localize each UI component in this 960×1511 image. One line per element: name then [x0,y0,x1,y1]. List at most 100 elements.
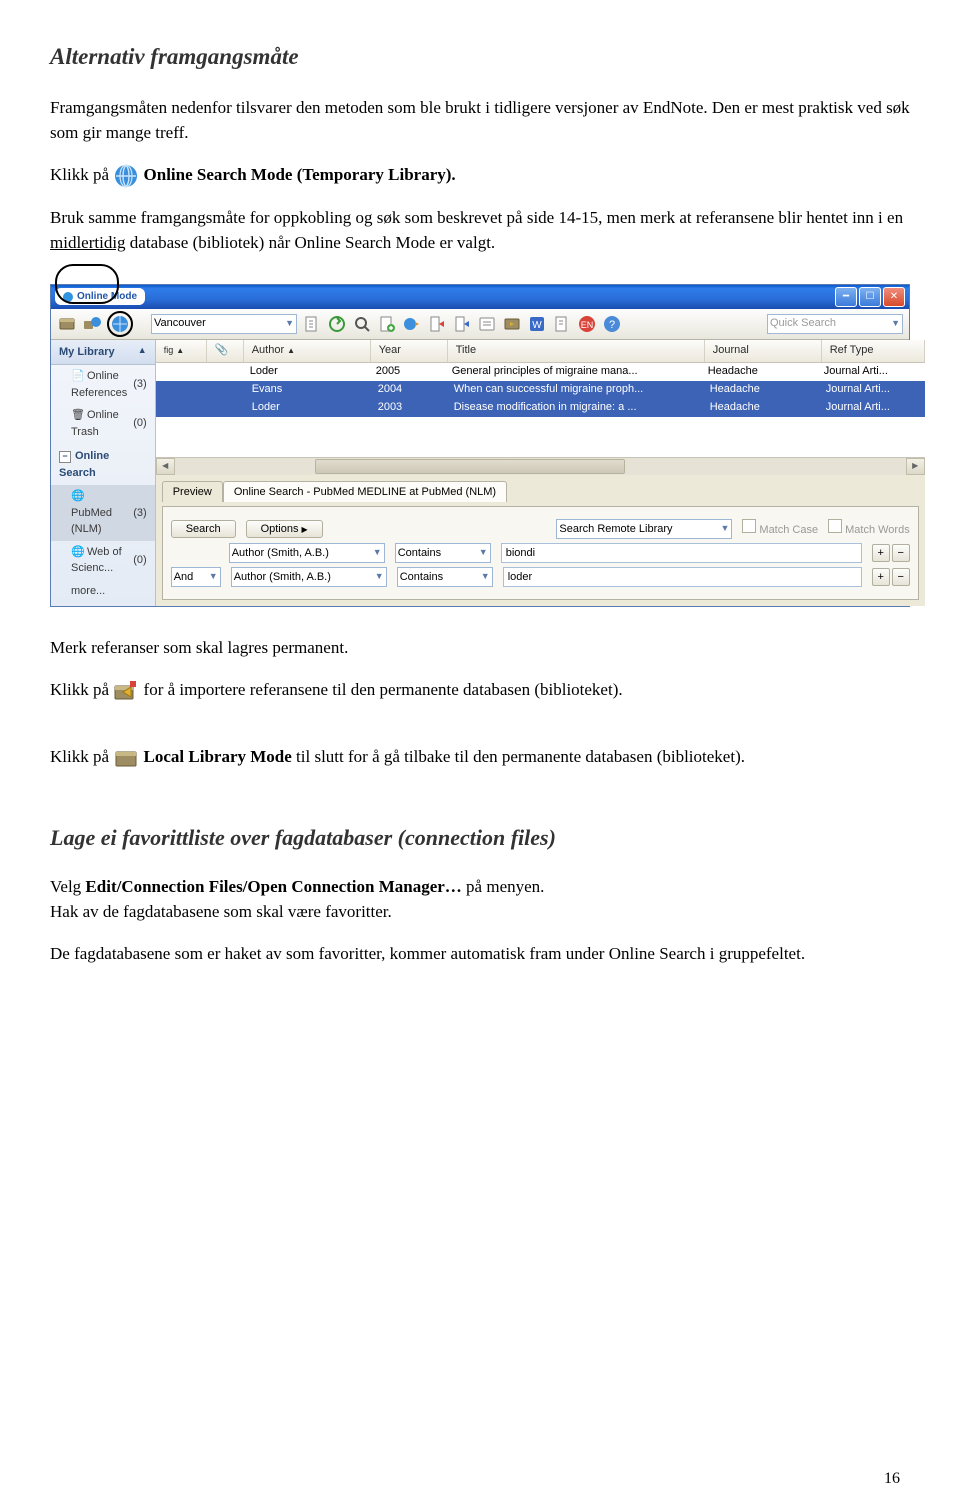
field-select[interactable]: Author (Smith, A.B.)▼ [231,567,387,587]
text-underline: midlertidig [50,233,126,252]
sidebar-header[interactable]: My Library ▲ [51,340,155,366]
cell-reftype: Journal Arti... [818,381,920,398]
cell-journal: Headache [702,399,818,416]
globe-dot-icon [63,292,73,302]
help-icon[interactable]: ? [602,314,622,334]
endnote-web-icon[interactable]: EN [577,314,597,334]
column-header-author[interactable]: Author ▲ [244,340,371,362]
search-button[interactable]: Search [171,520,236,538]
sync-icon[interactable] [327,314,347,334]
new-reference-icon[interactable] [377,314,397,334]
text: Bruk samme framgangsmåte for oppkobling … [50,208,903,227]
field-select[interactable]: Author (Smith, A.B.)▼ [229,543,385,563]
sidebar-item-web-of-science[interactable]: 🌐Web of Scienc... (0) [51,541,155,580]
local-library-icon[interactable] [57,314,77,334]
sidebar-group-title: −Online Search [51,443,155,485]
window-minimize-button[interactable]: ━ [835,287,857,307]
paragraph: De fagdatabasene som er haket av som fav… [50,941,910,967]
window-close-button[interactable]: ✕ [883,287,905,307]
toolbar-icon[interactable] [477,314,497,334]
sidebar-item-online-trash[interactable]: 🗑Online Trash (0) [51,404,155,443]
cell-title: General principles of migraine mana... [444,363,700,380]
chevron-down-icon: ▶ [302,525,308,534]
word-icon[interactable]: W [527,314,547,334]
cell-year: 2003 [370,399,446,416]
checkbox-label: Match Words [845,524,910,536]
paragraph: Klikk på Online Search Mode (Temporary L… [50,162,910,189]
toolbar-icon[interactable] [302,314,322,334]
grid-header: fig ▲ 📎 Author ▲ Year Title Journal Ref … [156,340,925,363]
chevron-down-icon: ▼ [479,546,488,560]
endnote-window: Online Mode ━ ☐ ✕ Vancouver ▼ W EN ? Q [50,284,910,608]
style-value: Vancouver [154,315,206,332]
collapse-icon[interactable]: − [59,451,71,463]
search-term-input[interactable]: biondi [501,543,862,563]
sidebar-item-pubmed[interactable]: 🌐PubMed (NLM) (3) [51,485,155,541]
svg-text:?: ? [609,319,615,331]
options-button[interactable]: Options ▶ [246,520,323,538]
add-row-button[interactable]: + [872,568,890,586]
paragraph: Klikk på Local Library Mode til slutt fo… [50,744,910,771]
sidebar-item-online-references[interactable]: 📄Online References (3) [51,365,155,404]
remove-row-button[interactable]: − [892,544,910,562]
column-header-fig[interactable]: fig ▲ [156,340,207,362]
cell-author: Loder [242,363,368,380]
paragraph: Klikk på for å importere referansene til… [50,677,910,704]
column-header-title[interactable]: Title [448,340,705,362]
horizontal-scrollbar[interactable]: ◀ ▶ [156,457,925,475]
scroll-left-icon[interactable]: ◀ [156,458,175,475]
column-header-year[interactable]: Year [371,340,448,362]
online-search-mode-icon[interactable] [107,311,133,337]
import-icon[interactable] [427,314,447,334]
svg-text:EN: EN [581,320,594,330]
column-header-attachment[interactable]: 📎 [207,340,244,362]
bool-select[interactable]: And▼ [171,567,221,587]
sort-asc-icon: ▲ [138,344,147,361]
sidebar-header-label: My Library [59,344,115,361]
search-term-input[interactable]: loder [503,567,862,587]
table-row[interactable]: Loder 2003 Disease modification in migra… [156,399,925,417]
operator-select[interactable]: Contains▼ [397,567,493,587]
local-online-icon[interactable] [82,314,102,334]
cell-author: Loder [244,399,370,416]
match-words-checkbox[interactable]: Match Words [828,519,910,539]
sidebar-item-more[interactable]: more... [51,580,155,603]
globe-icon [113,163,139,189]
online-mode-badge: Online Mode [55,288,145,305]
panel-tabs: Preview Online Search - PubMed MEDLINE a… [162,481,919,503]
chevron-down-icon: ▼ [891,317,900,331]
quicksearch-placeholder: Quick Search [770,315,836,332]
add-row-button[interactable]: + [872,544,890,562]
style-selector[interactable]: Vancouver ▼ [151,314,297,334]
sidebar-item-count: (0) [133,415,146,432]
globe-arrow-icon[interactable] [402,314,422,334]
text: Hak av de fagdatabasene som skal være fa… [50,902,392,921]
column-header-journal[interactable]: Journal [705,340,822,362]
quick-search-input[interactable]: Quick Search ▼ [767,314,903,334]
format-icon[interactable] [552,314,572,334]
scroll-thumb[interactable] [315,459,625,474]
chevron-down-icon: ▼ [209,570,218,584]
operator-select[interactable]: Contains ▼ [395,543,491,563]
tab-preview[interactable]: Preview [162,481,223,503]
table-row[interactable]: Evans 2004 When can successful migraine … [156,381,925,399]
scroll-right-icon[interactable]: ▶ [906,458,925,475]
cell-reftype: Journal Arti... [816,363,918,380]
match-case-checkbox[interactable]: Match Case [742,519,818,539]
local-library-icon [113,745,139,771]
column-header-reftype[interactable]: Ref Type [822,340,925,362]
search-scope-select[interactable]: Search Remote Library▼ [556,519,732,539]
op-value: Contains [398,545,441,562]
remove-row-button[interactable]: − [892,568,910,586]
export-icon[interactable] [452,314,472,334]
toolbar-icon[interactable] [352,314,372,334]
text: Klikk på [50,747,113,766]
scope-value: Search Remote Library [559,521,672,538]
paragraph: Framgangsmåten nedenfor tilsvarer den me… [50,95,910,146]
copy-references-icon[interactable] [502,314,522,334]
window-maximize-button[interactable]: ☐ [859,287,881,307]
table-row[interactable]: Loder 2005 General principles of migrain… [156,363,925,381]
globe-icon: 🌐 [71,488,83,500]
heading-favorittliste: Lage ei favorittliste over fagdatabaser … [50,821,910,854]
tab-online-search[interactable]: Online Search - PubMed MEDLINE at PubMed… [223,481,507,503]
